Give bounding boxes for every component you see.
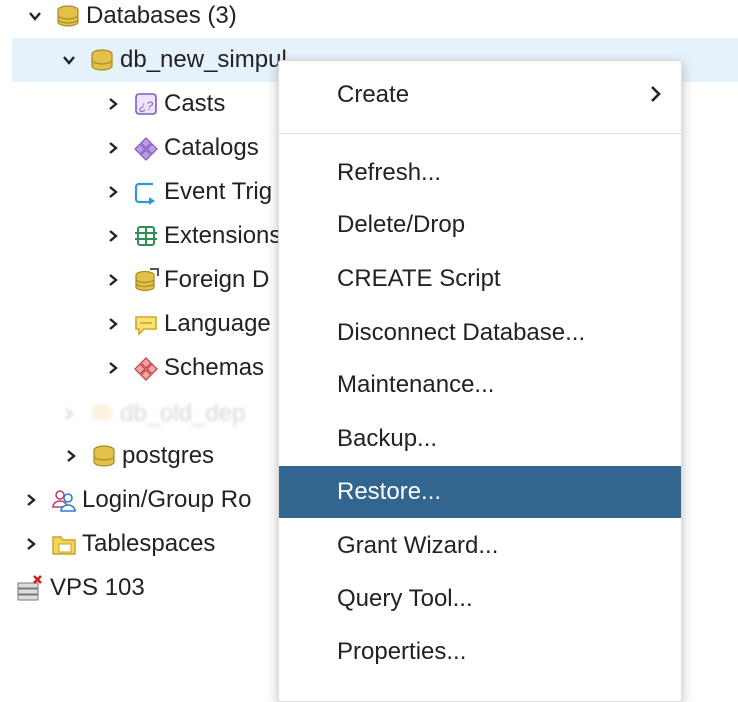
menu-item-refresh[interactable]: Refresh... xyxy=(279,147,681,199)
chevron-right-icon[interactable] xyxy=(104,92,122,116)
menu-item-grant-wizard[interactable]: Grant Wizard... xyxy=(279,520,681,572)
database-icon xyxy=(88,400,116,428)
database-stack-icon xyxy=(54,2,82,30)
menu-label: Maintenance... xyxy=(337,371,495,398)
catalog-icon xyxy=(132,134,160,162)
menu-label: Restore... xyxy=(337,478,442,505)
menu-label: CREATE Script xyxy=(337,265,501,292)
menu-item-create[interactable]: Create xyxy=(279,69,681,121)
svg-text:¿?: ¿? xyxy=(139,99,153,113)
menu-label: Grant Wizard... xyxy=(337,532,499,559)
chevron-right-icon[interactable] xyxy=(22,488,40,512)
menu-label-create: Create xyxy=(337,81,410,108)
chevron-right-icon[interactable] xyxy=(62,444,80,468)
context-menu: Create Refresh... Delete/Drop CREATE Scr… xyxy=(278,60,682,702)
menu-item-properties[interactable]: Properties... xyxy=(279,626,681,678)
schema-icon xyxy=(132,354,160,382)
language-icon xyxy=(132,310,160,338)
tree-label: Language xyxy=(164,310,271,337)
tree-label-db-selected: db_new_simpul xyxy=(120,46,287,73)
chevron-right-icon xyxy=(651,86,661,102)
tree-label: Foreign D xyxy=(164,266,270,293)
menu-label: Delete/Drop xyxy=(337,211,466,238)
tree-label-blurred-db: db_old_dep xyxy=(120,400,246,427)
chevron-right-icon[interactable] xyxy=(104,312,122,336)
chevron-right-icon[interactable] xyxy=(22,532,40,556)
chevron-right-icon[interactable] xyxy=(104,224,122,248)
database-icon xyxy=(88,46,116,74)
event-trigger-icon xyxy=(132,178,160,206)
menu-item-maintenance[interactable]: Maintenance... xyxy=(279,359,681,411)
menu-item-create-script[interactable]: CREATE Script xyxy=(279,253,681,305)
tree-label: Event Trig xyxy=(164,178,273,205)
tree-label-tablespaces: Tablespaces xyxy=(82,530,216,557)
tree-label: Schemas xyxy=(164,354,265,381)
chevron-right-icon[interactable] xyxy=(104,180,122,204)
tree-label: Extensions xyxy=(164,222,282,249)
menu-item-delete-drop[interactable]: Delete/Drop xyxy=(279,199,681,251)
chevron-right-icon[interactable] xyxy=(104,356,122,380)
menu-label: Refresh... xyxy=(337,159,442,186)
menu-item-restore[interactable]: Restore... xyxy=(279,466,681,518)
chevron-right-icon[interactable] xyxy=(104,268,122,292)
login-group-roles-icon xyxy=(50,486,78,514)
menu-item-disconnect-database[interactable]: Disconnect Database... xyxy=(279,307,681,359)
tree-label-login: Login/Group Ro xyxy=(82,486,252,513)
menu-item-backup[interactable]: Backup... xyxy=(279,413,681,465)
tree-label-postgres: postgres xyxy=(122,442,215,469)
extension-icon xyxy=(132,222,160,250)
chevron-right-icon[interactable] xyxy=(104,136,122,160)
tablespace-folder-icon xyxy=(50,530,78,558)
menu-divider xyxy=(279,133,681,134)
server-disconnected-icon xyxy=(16,574,44,602)
chevron-down-icon[interactable] xyxy=(26,4,44,28)
tree-node-databases[interactable]: Databases (3) xyxy=(0,0,738,38)
menu-label: Properties... xyxy=(337,638,467,665)
chevron-down-icon[interactable] xyxy=(60,48,78,72)
tree-label-server: VPS 103 xyxy=(50,574,145,601)
menu-item-query-tool[interactable]: Query Tool... xyxy=(279,573,681,625)
chevron-right-icon[interactable] xyxy=(60,402,78,426)
database-icon xyxy=(90,442,118,470)
tree-label: Catalogs xyxy=(164,134,259,161)
menu-label: Disconnect Database... xyxy=(337,319,586,346)
casts-icon: ¿? xyxy=(132,90,160,118)
menu-label: Query Tool... xyxy=(337,585,473,612)
tree-label: Casts xyxy=(164,90,226,117)
tree-label-databases: Databases (3) xyxy=(86,2,237,29)
foreign-data-wrapper-icon xyxy=(132,266,160,294)
menu-label: Backup... xyxy=(337,425,438,452)
